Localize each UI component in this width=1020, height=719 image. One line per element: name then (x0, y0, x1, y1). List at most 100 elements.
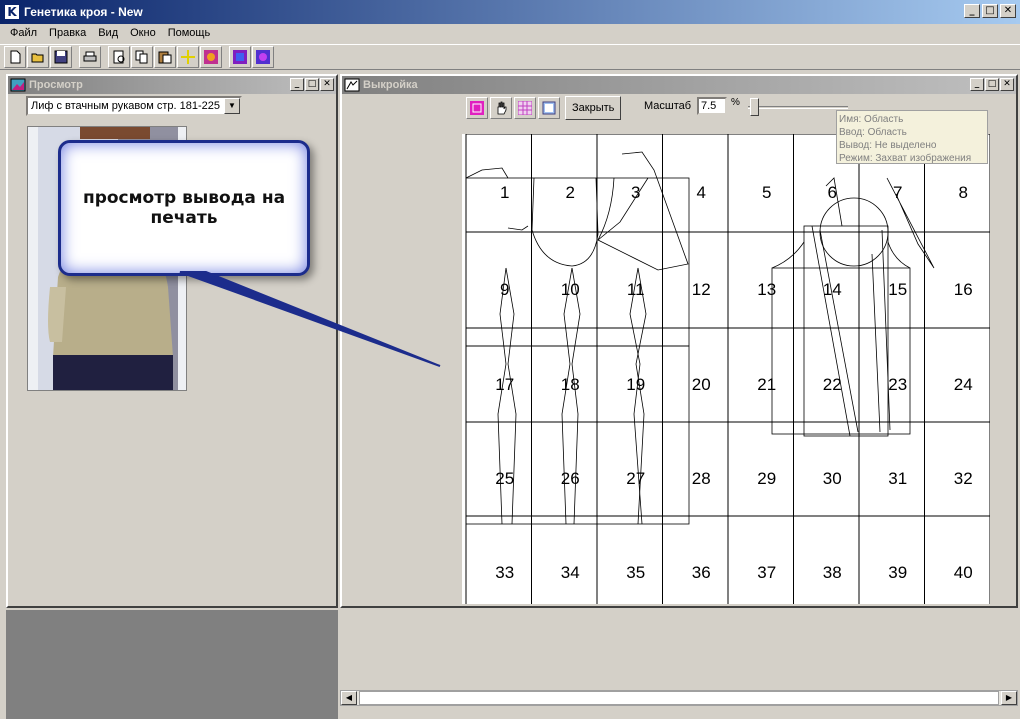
menu-help[interactable]: Помощь (162, 27, 217, 39)
app-titlebar: K Генетика кроя - New _ □ ✕ (0, 0, 1020, 24)
minimize-button[interactable]: _ (964, 4, 980, 18)
horizontal-scrollbar[interactable]: ◀ ▶ (340, 690, 1018, 706)
print-icon (83, 51, 97, 62)
menu-view[interactable]: Вид (92, 27, 124, 39)
scale-slider-thumb[interactable] (750, 98, 759, 116)
preview-button[interactable] (108, 46, 130, 68)
page-number: 1 (500, 183, 509, 202)
page-number: 12 (692, 280, 711, 299)
page-number: 37 (757, 563, 776, 582)
mdi-empty-area (6, 610, 338, 719)
close-pattern-button[interactable]: Закрыть (565, 96, 622, 120)
save-button[interactable] (50, 46, 72, 68)
menu-edit[interactable]: Правка (43, 27, 92, 39)
maximize-button[interactable]: □ (982, 4, 998, 18)
pattern-select[interactable]: Лиф с втачным рукавом стр. 181-225 ▼ (26, 96, 242, 116)
main-toolbar (0, 44, 1020, 70)
page-number: 5 (762, 183, 771, 202)
pattern-toolbar: Закрыть (466, 96, 622, 120)
magic-button[interactable] (229, 46, 251, 68)
pattern-maximize-button[interactable]: □ (985, 78, 999, 91)
page-number: 39 (888, 563, 907, 582)
page-number: 22 (823, 375, 842, 394)
save-icon (54, 50, 68, 64)
pattern-window-icon (344, 78, 360, 92)
scroll-left-icon[interactable]: ◀ (341, 691, 357, 705)
pattern-window-controls: _ □ ✕ (970, 78, 1014, 91)
pattern-close-button[interactable]: ✕ (1000, 78, 1014, 91)
preview-icon (113, 50, 125, 64)
page-number: 33 (495, 563, 514, 582)
add-button[interactable] (177, 46, 199, 68)
page-number: 19 (626, 375, 645, 394)
page-number: 40 (954, 563, 973, 582)
app-title: Генетика кроя - New (24, 5, 143, 19)
grid-icon (518, 101, 532, 115)
pattern-drawing: 1 2 3 4 5 6 7 89 10 11 12 13 14 15 1617 18 19 20 21 22 23 242… (465, 134, 990, 604)
palette-button[interactable] (252, 46, 274, 68)
page-number: 34 (561, 563, 580, 582)
menu-window[interactable]: Окно (124, 27, 162, 39)
chevron-down-icon[interactable]: ▼ (224, 98, 240, 114)
app-logo-icon: K (4, 4, 20, 20)
scale-slider-track[interactable] (748, 106, 848, 109)
page-number: 21 (757, 375, 776, 394)
palette-icon (256, 50, 270, 64)
new-icon (10, 50, 21, 64)
preview-window-controls: _ □ ✕ (290, 78, 334, 91)
page-number: 35 (626, 563, 645, 582)
image-button[interactable] (200, 46, 222, 68)
copy-icon (135, 50, 148, 64)
page-number: 20 (692, 375, 711, 394)
preview-window-titlebar: Просмотр _ □ ✕ (8, 76, 336, 94)
tooltip-output: Вывод: Не выделено (839, 140, 937, 151)
print-button[interactable] (79, 46, 101, 68)
pattern-window-titlebar: Выкройка _ □ ✕ (342, 76, 1016, 94)
select-area-icon (470, 101, 484, 115)
preview-close-button[interactable]: ✕ (320, 78, 334, 91)
page-number: 29 (757, 469, 776, 488)
hand-icon (497, 101, 507, 115)
scroll-right-icon[interactable]: ▶ (1001, 691, 1017, 705)
page-number: 32 (954, 469, 973, 488)
page-button[interactable] (538, 97, 560, 119)
menu-file[interactable]: Файл (4, 27, 43, 39)
magic-icon (233, 50, 247, 64)
tooltip-mode: Режим: Захват изображения (839, 153, 972, 164)
page-number: 26 (561, 469, 580, 488)
scale-input[interactable]: 7.5 (697, 97, 727, 115)
pattern-select-value: Лиф с втачным рукавом стр. 181-225 (31, 100, 221, 112)
page-number: 27 (626, 469, 645, 488)
open-button[interactable] (27, 46, 49, 68)
page-icon (542, 101, 556, 115)
tooltip-input: Ввод: Область (839, 127, 907, 138)
print-preview-sheet[interactable]: 1 2 3 4 5 6 7 8 9 10 11 12 13 14 15 16 17 18 19 20 21 22 23 24 2… (462, 134, 990, 604)
select-area-button[interactable] (466, 97, 488, 119)
add-icon (181, 50, 195, 64)
page-number: 30 (823, 469, 842, 488)
scale-unit: % (731, 97, 740, 108)
close-button[interactable]: ✕ (1000, 4, 1016, 18)
paste-button[interactable] (154, 46, 176, 68)
page-number: 2 (566, 183, 575, 202)
object-info-tooltip: Имя: Область Ввод: Область Вывод: Не выд… (836, 110, 988, 164)
pan-button[interactable] (490, 97, 512, 119)
preview-window-title: Просмотр (29, 79, 83, 91)
menubar: Файл Правка Вид Окно Помощь (0, 24, 1020, 42)
page-number: 15 (888, 280, 907, 299)
page-number: 36 (692, 563, 711, 582)
page-number: 25 (495, 469, 514, 488)
page-number: 18 (561, 375, 580, 394)
page-number: 4 (697, 183, 706, 202)
preview-minimize-button[interactable]: _ (290, 78, 304, 91)
window-controls: _ □ ✕ (964, 4, 1016, 18)
pattern-minimize-button[interactable]: _ (970, 78, 984, 91)
scroll-thumb[interactable] (359, 691, 999, 705)
grid-button[interactable] (514, 97, 536, 119)
page-number: 38 (823, 563, 842, 582)
preview-maximize-button[interactable]: □ (305, 78, 319, 91)
page-number: 8 (959, 183, 968, 202)
page-number: 28 (692, 469, 711, 488)
copy-button[interactable] (131, 46, 153, 68)
new-button[interactable] (4, 46, 26, 68)
